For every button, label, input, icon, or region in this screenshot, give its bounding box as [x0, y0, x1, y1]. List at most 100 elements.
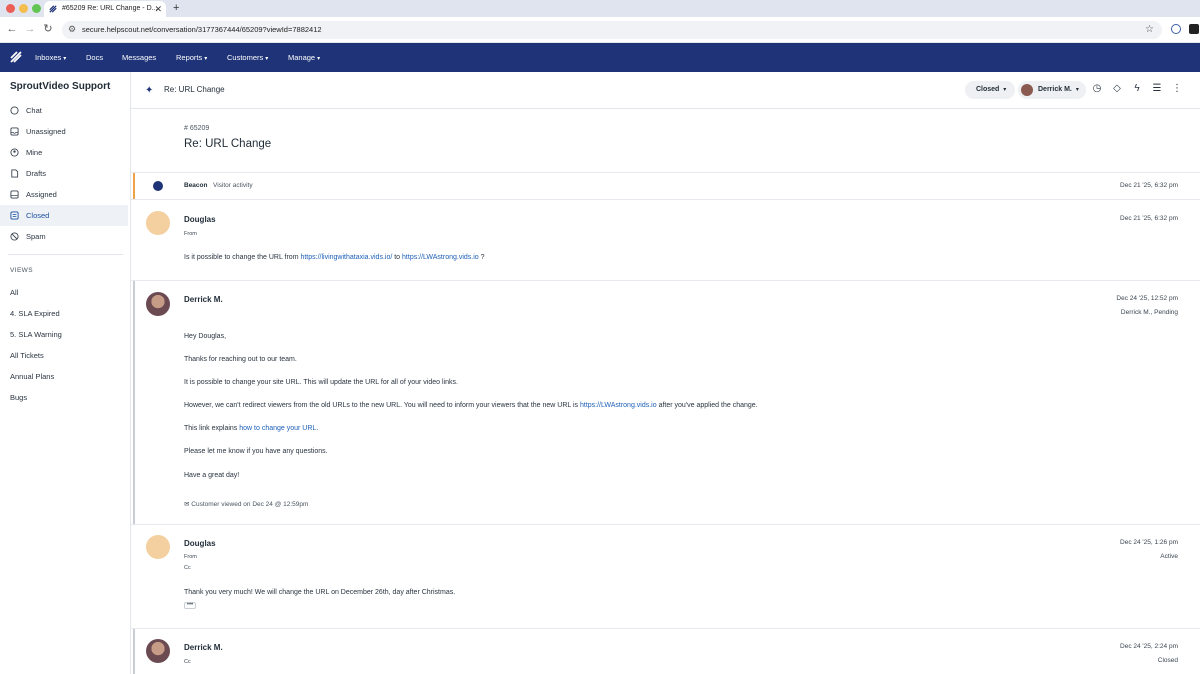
cc-label[interactable]: Cc — [184, 565, 191, 571]
message-line: Have a great day! — [184, 472, 240, 479]
mailbox-name[interactable]: SproutVideo Support — [10, 81, 110, 92]
message-line: Thanks for reaching out to our team. — [184, 356, 297, 363]
chevron-down-icon: ▾ — [265, 56, 269, 62]
layout-panel-icon[interactable]: ☰ — [1151, 83, 1163, 95]
sidebar-item-chat[interactable]: Chat — [0, 100, 128, 121]
conversation-header: ✦ Re: URL Change Closed ▾ Derrick M. ▾ ◷… — [131, 72, 1200, 109]
conversation-title: Re: URL Change — [184, 138, 272, 150]
browser-tab[interactable]: #65209 Re: URL Change - D... ✕ — [44, 1, 166, 17]
closed-icon — [10, 211, 19, 220]
show-quoted-button[interactable]: ••• — [184, 602, 196, 609]
bookmark-star-icon[interactable]: ☆ — [1145, 21, 1154, 39]
cc-label[interactable]: Cc — [184, 659, 191, 665]
extension-icon[interactable] — [1171, 24, 1181, 34]
reload-icon[interactable]: ↻ — [41, 22, 55, 36]
nav-reports[interactable]: Reports ▾ — [176, 43, 207, 74]
helpscout-logo-icon[interactable] — [10, 51, 22, 63]
view-sla-warning[interactable]: 5. SLA Warning — [10, 330, 62, 339]
message-status: Active — [1160, 553, 1178, 560]
minimize-window-icon[interactable] — [19, 4, 28, 13]
message-line: However, we can't redirect viewers from … — [184, 402, 758, 409]
row-divider — [131, 280, 1200, 281]
spam-icon — [10, 232, 19, 241]
message-author[interactable]: Derrick M. — [184, 643, 223, 652]
sidebar-item-closed[interactable]: Closed — [0, 205, 128, 226]
sidebar-divider — [8, 254, 123, 255]
person-icon — [10, 148, 19, 157]
conversation-header-title: Re: URL Change — [164, 85, 225, 94]
snooze-clock-icon[interactable]: ◷ — [1091, 83, 1103, 95]
address-bar: ← → ↻ ⚙ secure.helpscout.net/conversatio… — [0, 17, 1200, 43]
envelope-open-icon: ✉ — [184, 501, 190, 508]
close-window-icon[interactable] — [6, 4, 15, 13]
tag-icon[interactable]: ◇ — [1111, 83, 1123, 95]
nav-docs[interactable]: Docs — [86, 43, 103, 72]
beacon-timestamp: Dec 21 '25, 6:32 pm — [1120, 182, 1178, 189]
back-icon[interactable]: ← — [5, 22, 19, 36]
row-divider — [131, 172, 1200, 173]
url-text: secure.helpscout.net/conversation/317736… — [82, 25, 322, 34]
sidebar-item-drafts[interactable]: Drafts — [0, 163, 128, 184]
more-options-icon[interactable]: ⋮ — [1171, 83, 1183, 95]
chevron-down-icon: ▾ — [1075, 87, 1079, 93]
forward-icon[interactable]: → — [23, 22, 37, 36]
inbox-icon — [10, 127, 19, 136]
message-author[interactable]: Douglas — [184, 539, 216, 548]
profile-extension-icon[interactable] — [1189, 24, 1199, 34]
from-label[interactable]: From — [184, 231, 197, 237]
message-timestamp: Dec 24 '25, 2:24 pm — [1120, 643, 1178, 650]
avatar — [146, 211, 170, 235]
status-dropdown[interactable]: Closed ▾ — [965, 81, 1015, 99]
message-timestamp: Dec 24 '25, 1:26 pm — [1120, 539, 1178, 546]
site-settings-icon[interactable]: ⚙ — [68, 24, 76, 35]
helpscout-favicon-icon — [49, 5, 57, 13]
workflow-lightning-icon[interactable]: ϟ — [1131, 83, 1143, 95]
chevron-down-icon: ▾ — [63, 56, 67, 62]
nav-manage[interactable]: Manage ▾ — [288, 43, 320, 74]
view-sla-expired[interactable]: 4. SLA Expired — [10, 309, 60, 318]
message-status: Closed — [1157, 657, 1178, 664]
nav-messages[interactable]: Messages — [122, 43, 156, 72]
url-field[interactable]: ⚙ secure.helpscout.net/conversation/3177… — [62, 21, 1162, 39]
ai-sparkle-icon[interactable]: ✦ — [145, 85, 153, 96]
maximize-window-icon[interactable] — [32, 4, 41, 13]
message-link[interactable]: https://LWAstrong.vids.io — [402, 254, 479, 261]
chevron-down-icon: ▾ — [1003, 87, 1007, 93]
conversation-number: # 65209 — [184, 125, 210, 132]
sidebar-item-mine[interactable]: Mine — [0, 142, 128, 163]
row-divider — [131, 628, 1200, 629]
message-link[interactable]: https://livingwithataxia.vids.io/ — [300, 254, 392, 261]
message-link[interactable]: how to change your URL — [239, 425, 316, 432]
chevron-down-icon: ▾ — [204, 56, 208, 62]
nav-inboxes[interactable]: Inboxes ▾ — [35, 43, 66, 74]
message-body: Thank you very much! We will change the … — [184, 589, 456, 596]
view-all-tickets[interactable]: All Tickets — [10, 351, 44, 360]
message-link[interactable]: https://LWAstrong.vids.io — [580, 402, 657, 409]
row-divider — [131, 199, 1200, 200]
customer-viewed-note: ✉ Customer viewed on Dec 24 @ 12:59pm — [184, 501, 309, 508]
nav-customers[interactable]: Customers ▾ — [227, 43, 268, 74]
view-bugs[interactable]: Bugs — [10, 393, 27, 402]
message-author[interactable]: Douglas — [184, 215, 216, 224]
avatar — [146, 639, 170, 663]
assigned-icon — [10, 190, 19, 199]
sidebar-item-spam[interactable]: Spam — [0, 226, 128, 247]
beacon-indicator — [133, 173, 135, 199]
message-line: Hey Douglas, — [184, 333, 227, 340]
views-heading: VIEWS — [10, 267, 33, 274]
avatar — [146, 292, 170, 316]
view-annual-plans[interactable]: Annual Plans — [10, 372, 54, 381]
browser-tab-bar: #65209 Re: URL Change - D... ✕ + — [0, 0, 1200, 17]
view-all[interactable]: All — [10, 288, 18, 297]
app-nav-bar: Inboxes ▾ Docs Messages Reports ▾ Customer… — [0, 43, 1200, 72]
new-tab-icon[interactable]: + — [173, 0, 179, 16]
message-author[interactable]: Derrick M. — [184, 295, 223, 304]
sidebar-item-unassigned[interactable]: Unassigned — [0, 121, 128, 142]
draft-icon — [11, 169, 19, 178]
row-divider — [131, 524, 1200, 525]
visitor-activity-link[interactable]: Visitor activity — [213, 182, 253, 189]
assignee-dropdown[interactable]: Derrick M. ▾ — [1018, 81, 1086, 99]
sidebar-item-assigned[interactable]: Assigned — [0, 184, 128, 205]
tab-close-icon[interactable]: ✕ — [154, 1, 162, 17]
from-label[interactable]: From — [184, 554, 197, 560]
